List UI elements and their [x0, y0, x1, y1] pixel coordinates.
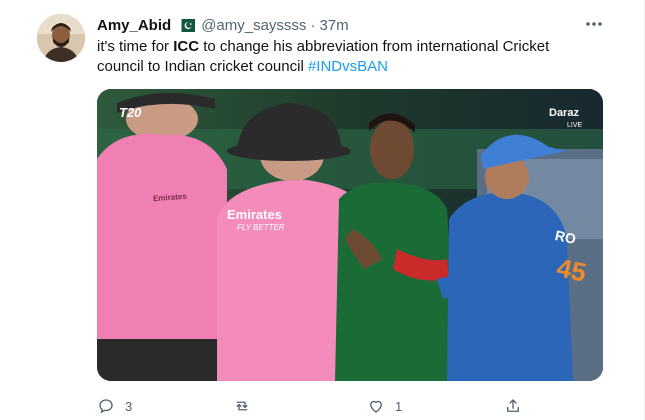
user-handle[interactable]: @amy_sayssss: [201, 17, 306, 34]
pakistan-flag-icon: [177, 18, 196, 32]
reply-button[interactable]: 3: [97, 396, 132, 416]
reply-icon: [99, 399, 113, 414]
like-count: 1: [395, 398, 403, 414]
tweet-text-bold: ICC: [173, 38, 200, 55]
tweet-text: it's time for ICC to change his abbrevia…: [97, 37, 597, 77]
event-logo: T20: [119, 105, 142, 120]
tweet-header: Amy_Abid @amy_sayssss · 37m: [97, 15, 349, 35]
tweet-actions: 3 1: [97, 396, 527, 416]
avatar[interactable]: [37, 14, 85, 62]
retweet-button[interactable]: [232, 396, 262, 416]
avatar-image: [37, 14, 85, 62]
tweet-card[interactable]: Amy_Abid @amy_sayssss · 37m it's time fo…: [0, 0, 645, 420]
broadcast-live-label: LIVE: [567, 122, 583, 129]
timestamp[interactable]: 37m: [319, 17, 348, 34]
reply-count: 3: [125, 398, 133, 414]
tweet-media[interactable]: T20 Daraz LIVE Emirates Emirates FLY BET…: [97, 89, 603, 381]
more-horizontal-icon: [586, 22, 602, 26]
media-image: [97, 89, 603, 381]
share-button[interactable]: [504, 396, 522, 416]
tweet-text-part1: it's time for: [97, 38, 174, 55]
like-button[interactable]: 1: [367, 396, 402, 416]
more-options-button[interactable]: [583, 14, 605, 34]
heart-icon: [370, 400, 382, 413]
broadcast-logo: Daraz: [549, 107, 579, 119]
share-icon: [507, 399, 519, 412]
hashtag-link[interactable]: #INDvsBAN: [308, 58, 388, 75]
separator-dot: ·: [310, 16, 316, 34]
umpire-center-sponsor-sub: FLY BETTER: [237, 223, 285, 232]
display-name[interactable]: Amy_Abid: [97, 17, 171, 34]
umpire-center-sponsor: Emirates: [227, 207, 282, 222]
retweet-icon: [236, 401, 248, 411]
